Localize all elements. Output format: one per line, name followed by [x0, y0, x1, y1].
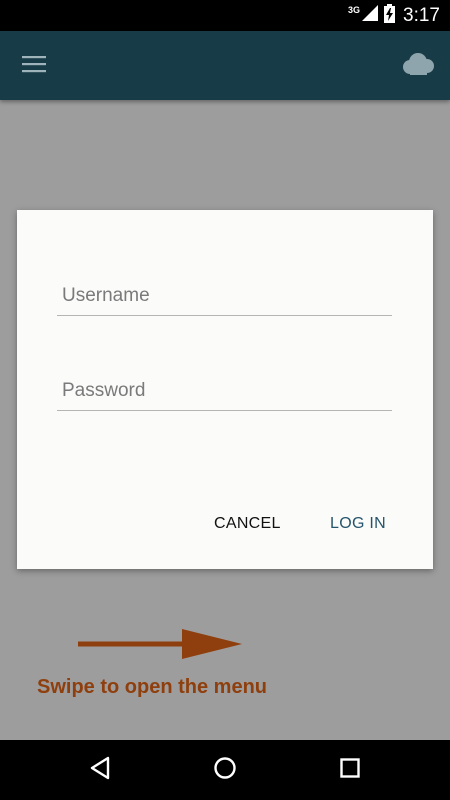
cloud-sync-button[interactable] — [398, 51, 438, 81]
network-type-label: 3G — [348, 4, 361, 15]
back-button[interactable] — [85, 755, 115, 785]
swipe-arrow-icon — [78, 626, 242, 667]
status-bar: 3G 3:17 — [0, 0, 450, 31]
login-dialog: CANCEL LOG IN — [17, 210, 433, 569]
status-icons: 3G 3:17 — [348, 0, 440, 31]
login-button[interactable]: LOG IN — [324, 506, 392, 542]
app-bar — [0, 31, 450, 100]
hamburger-menu-icon — [22, 55, 46, 78]
menu-button[interactable] — [14, 47, 54, 85]
battery-charging-icon — [384, 3, 396, 28]
cloud-icon — [401, 52, 435, 80]
cancel-button[interactable]: CANCEL — [208, 506, 287, 542]
recents-square-icon — [339, 757, 361, 784]
signal-icon — [362, 5, 379, 26]
password-field[interactable] — [57, 371, 392, 411]
back-triangle-icon — [89, 756, 111, 785]
username-field[interactable] — [57, 276, 392, 316]
swipe-hint-text: Swipe to open the menu — [37, 676, 268, 698]
recents-button[interactable] — [335, 755, 365, 785]
home-circle-icon — [213, 756, 237, 785]
home-button[interactable] — [210, 755, 240, 785]
status-clock: 3:17 — [403, 4, 440, 26]
system-nav-bar — [0, 740, 450, 800]
